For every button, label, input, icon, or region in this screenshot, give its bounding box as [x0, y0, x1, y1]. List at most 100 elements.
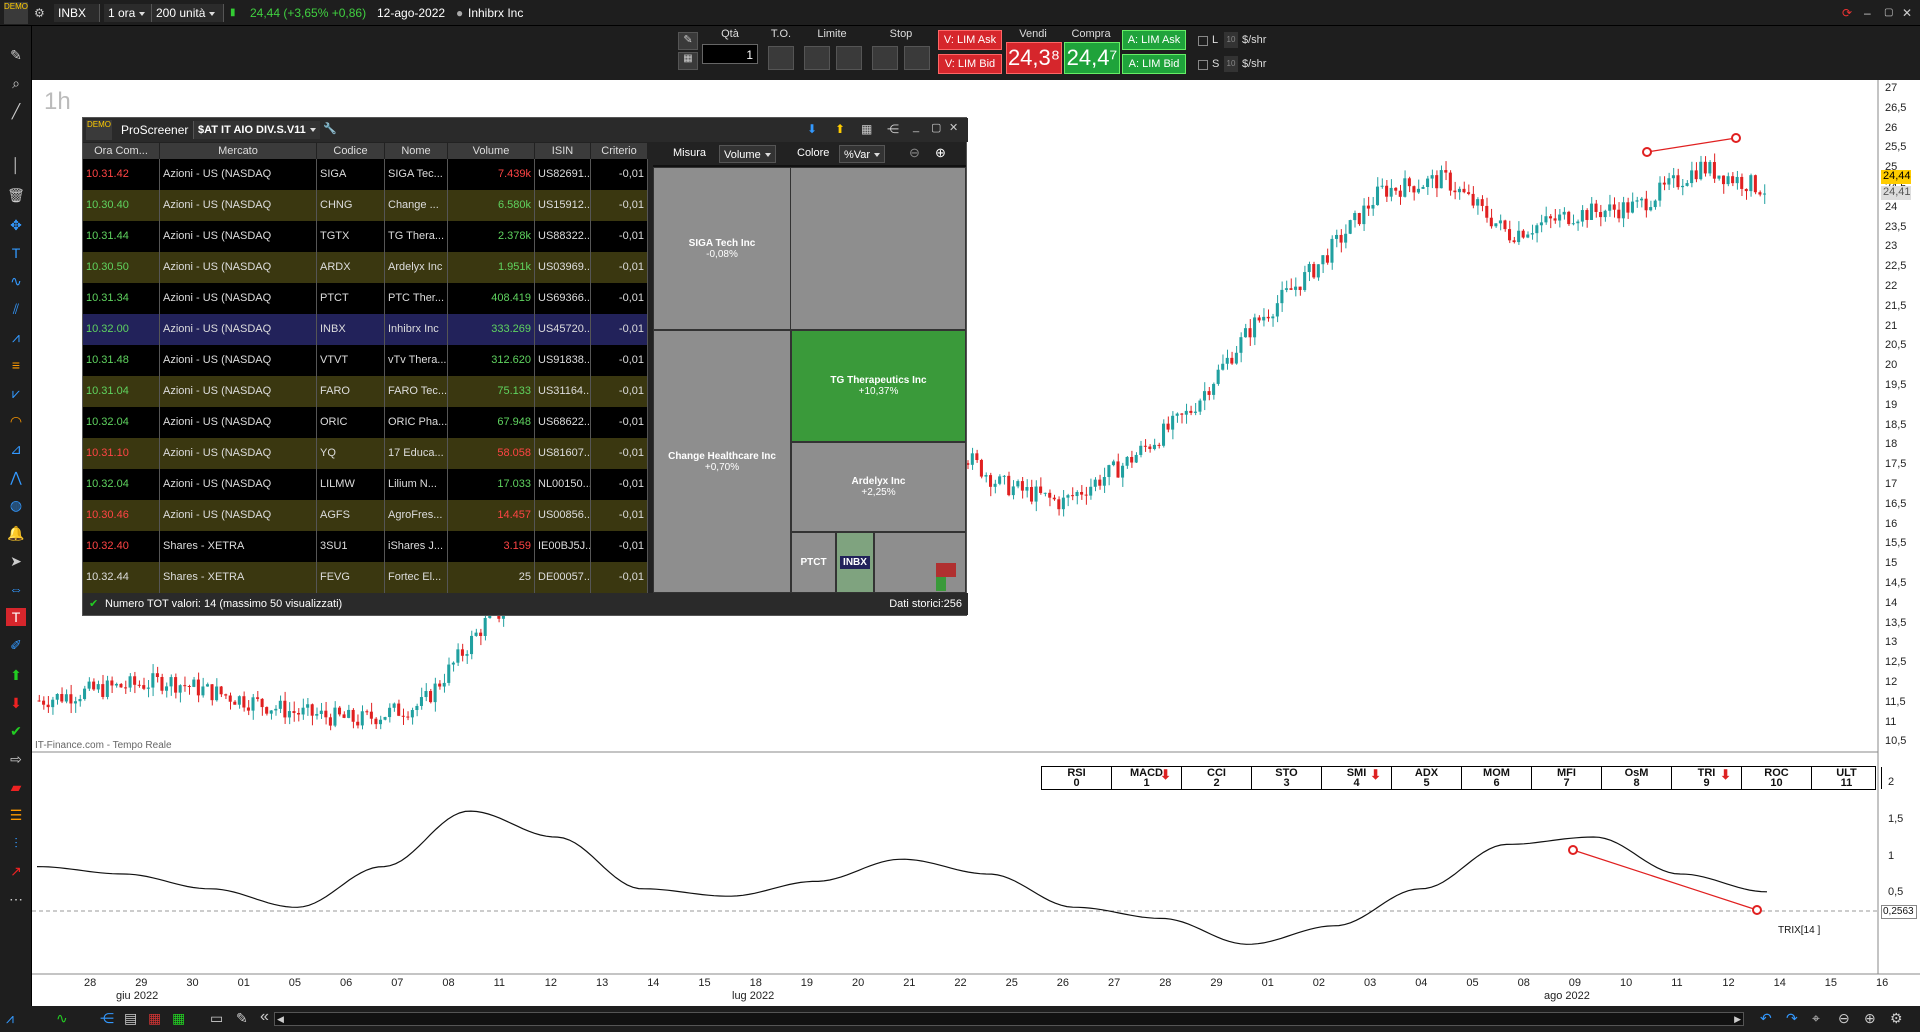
trendline-icon[interactable]: ∿ [6, 272, 26, 290]
window-maximize-icon[interactable]: ▢ [931, 121, 941, 134]
pen-icon[interactable]: ✐ [6, 636, 26, 654]
zoom-in-icon[interactable]: ⊕ [1864, 1010, 1876, 1027]
indicator-tab[interactable]: TRI 9 ⬇ [1672, 767, 1742, 789]
table-row[interactable]: 10.31.10 Azioni - US (NASDAQ YQ 17 Educa...… [83, 438, 648, 469]
indicator-tab[interactable]: SMI 4 ⬇ [1322, 767, 1392, 789]
compare-icon[interactable]: ⋲ [100, 1010, 114, 1027]
indicator-tab[interactable]: RSI 0 [1042, 767, 1112, 789]
trash-icon[interactable]: 🗑 [6, 186, 26, 204]
monitor-icon[interactable]: ▭ [210, 1010, 223, 1027]
buy-lim-ask-button[interactable]: A: LIM Ask [1122, 30, 1186, 50]
table-row[interactable]: 10.31.44 Azioni - US (NASDAQ TGTX TG Thera.… [83, 221, 648, 252]
proscreener-window[interactable]: DEMO ProScreener $AT IT AIO DIV.S.V11 🔧 … [82, 117, 968, 616]
indicator-tab[interactable]: ULT 11 [1812, 767, 1882, 789]
sell-lim-ask-button[interactable]: V: LIM Ask [938, 30, 1002, 50]
zoom-out-icon[interactable]: ⊖ [1838, 1010, 1850, 1027]
window-close-icon[interactable]: ✕ [949, 121, 958, 134]
alert-icon[interactable]: 🔔 [6, 524, 26, 542]
indicator-tab[interactable]: MOM 6 [1462, 767, 1532, 789]
indicator-tab[interactable]: ADX 5 [1392, 767, 1462, 789]
table-row[interactable]: 10.30.50 Azioni - US (NASDAQ ARDX Ardelyx I… [83, 252, 648, 283]
column-header[interactable]: ISIN [535, 143, 591, 159]
buy-lim-bid-button[interactable]: A: LIM Bid [1122, 54, 1186, 74]
table-row[interactable]: 10.31.48 Azioni - US (NASDAQ VTVT vTv Thera… [83, 345, 648, 376]
scroll-left-icon[interactable]: ◀ [277, 1014, 284, 1025]
minimize-icon[interactable]: – [1864, 4, 1878, 22]
chart-type-icon[interactable]: ⫶ [6, 834, 26, 852]
symbol-dropdown[interactable]: INBX [54, 4, 100, 34]
table-row[interactable]: 10.31.42 Azioni - US (NASDAQ SIGA SIGA Tec.… [83, 159, 648, 190]
indicator-tab[interactable]: OsM 8 [1602, 767, 1672, 789]
l-value-input[interactable]: 10 [1224, 32, 1238, 48]
column-header[interactable]: Nome [385, 143, 448, 159]
arrow-right-icon[interactable]: ⇨ [6, 750, 26, 768]
column-header[interactable]: Codice [317, 143, 385, 159]
calendar-icon[interactable]: ▤ [124, 1010, 137, 1027]
treemap-tile-ardx[interactable]: Ardelyx Inc +2,25% [791, 442, 966, 532]
treemap-tile-tgtx[interactable]: TG Therapeutics Inc +10,37% [791, 330, 966, 442]
indicator-icon[interactable]: ∿ [56, 1010, 68, 1027]
table-row[interactable]: 10.31.04 Azioni - US (NASDAQ FARO FARO Tec.… [83, 376, 648, 407]
buy-button[interactable]: 24,4⁷ [1064, 42, 1120, 74]
template-icon[interactable]: ▦ [148, 1010, 161, 1027]
qty-input[interactable]: 1 [702, 44, 758, 64]
refresh-icon[interactable]: ⟳ [1842, 4, 1856, 22]
diagonal-arrow-icon[interactable]: ↗ [6, 862, 26, 880]
settings-icon[interactable]: ⚙ [1890, 1010, 1903, 1027]
wave-icon[interactable]: ⋀ [6, 468, 26, 486]
table-row[interactable]: 10.32.40 Shares - XETRA 3SU1 iShares J... 3.… [83, 531, 648, 562]
keypad-icon[interactable]: ▦ [678, 52, 698, 70]
indicator-tab[interactable]: STO 3 [1252, 767, 1322, 789]
quantity-dropdown[interactable]: 200 unità [152, 4, 224, 22]
column-header[interactable]: Volume [448, 143, 535, 159]
limit-buy-button[interactable] [804, 46, 830, 70]
column-header[interactable]: Criterio [591, 143, 648, 159]
download-icon[interactable]: ⬇ [807, 122, 817, 136]
zoom-in-icon[interactable]: ⊕ [935, 145, 946, 161]
arrow-down-icon[interactable]: ⬇ [6, 694, 26, 712]
pencil-icon[interactable]: ✎ [6, 46, 26, 64]
ruler-icon[interactable]: ▰ [6, 778, 26, 796]
edit-icon[interactable]: ✎ [236, 1010, 248, 1027]
l-checkbox[interactable] [1198, 36, 1208, 46]
treemap-tile-tiny-red[interactable] [936, 563, 956, 577]
treemap-tile-ptct[interactable]: PTCT [791, 532, 836, 593]
indicator-tab[interactable]: MACD 1 ⬇ [1112, 767, 1182, 789]
pattern-icon[interactable]: ⩗ [6, 384, 26, 402]
preset-dropdown[interactable]: $AT IT AIO DIV.S.V11 [193, 121, 320, 139]
vertical-line-icon[interactable]: │ [6, 156, 26, 174]
undo-icon[interactable]: ↶ [1760, 1010, 1772, 1027]
rewind-icon[interactable]: « [260, 1008, 269, 1026]
measure-icon[interactable]: ⇔ [6, 580, 26, 598]
text-tool-icon[interactable]: T [6, 244, 26, 262]
redo-icon[interactable]: ↷ [1786, 1010, 1798, 1027]
gear-icon[interactable]: ⚙ [34, 4, 48, 22]
color-dropdown[interactable]: %Var [839, 145, 886, 163]
indicator-tab[interactable]: MFI 7 [1532, 767, 1602, 789]
table-row[interactable]: 10.32.00 Azioni - US (NASDAQ INBX Inhibrx I… [83, 314, 648, 345]
close-icon[interactable]: ✕ [1902, 4, 1916, 22]
arc-icon[interactable]: ◠ [6, 412, 26, 430]
channel-icon[interactable]: ⫽ [6, 300, 26, 318]
fibonacci-icon[interactable]: ≡ [6, 356, 26, 374]
sell-lim-bid-button[interactable]: V: LIM Bid [938, 54, 1002, 74]
maximize-icon[interactable]: ▢ [1884, 4, 1898, 22]
text-red-icon[interactable]: T [6, 608, 26, 626]
window-minimize-icon[interactable]: _ [913, 121, 919, 133]
s-checkbox[interactable] [1198, 60, 1208, 70]
limit-sell-button[interactable] [836, 46, 862, 70]
edit-icon[interactable]: ✎ [678, 32, 698, 50]
scan-icon[interactable]: ▦ [172, 1010, 185, 1027]
treemap-tile-siga[interactable]: SIGA Tech Inc -0,08% [653, 167, 791, 330]
treemap-tile-siga-ext[interactable] [791, 167, 966, 330]
column-header[interactable]: Mercato [160, 143, 317, 159]
upload-icon[interactable]: ⬆ [835, 122, 845, 136]
s-value-input[interactable]: 10 [1224, 56, 1238, 72]
fit-icon[interactable]: ⌖ [1812, 1010, 1820, 1027]
table-row[interactable]: 10.30.46 Azioni - US (NASDAQ AGFS AgroFres.… [83, 500, 648, 531]
fan-icon[interactable]: ⩘ [6, 328, 26, 346]
to-button[interactable] [768, 46, 794, 70]
scroll-right-icon[interactable]: ▶ [1734, 1014, 1741, 1025]
move-icon[interactable]: ✥ [6, 216, 26, 234]
cycle-icon[interactable]: ◍ [6, 496, 26, 514]
